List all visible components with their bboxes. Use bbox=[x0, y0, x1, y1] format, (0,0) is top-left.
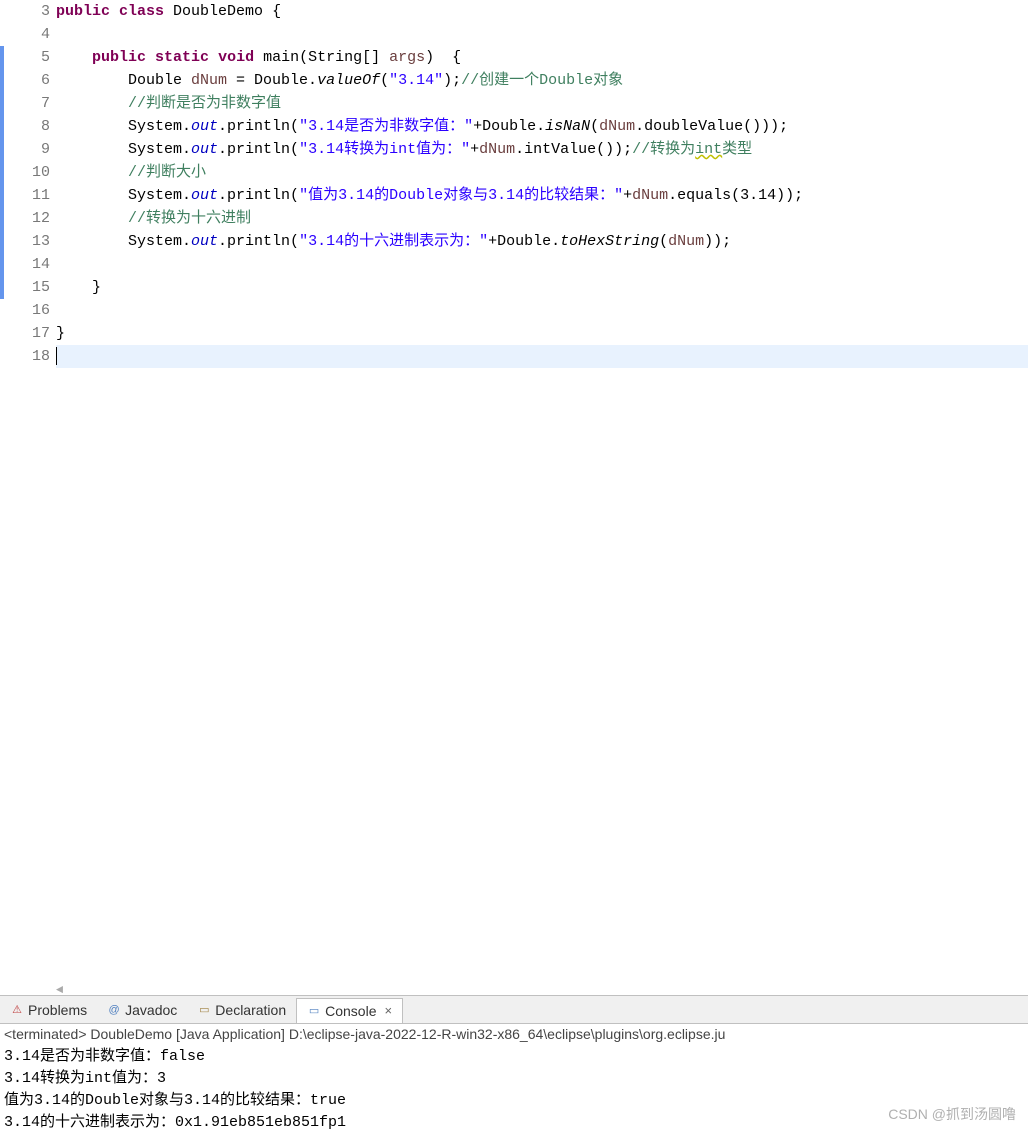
close-icon[interactable]: × bbox=[385, 1003, 393, 1018]
line-number: 14 bbox=[16, 253, 50, 276]
tab-label: Problems bbox=[28, 1002, 87, 1018]
line-number: 5 bbox=[16, 46, 50, 69]
tab-console[interactable]: ▭ Console × bbox=[296, 998, 403, 1023]
line-number: 11 bbox=[16, 184, 50, 207]
code-text-area[interactable]: public class DoubleDemo { public static … bbox=[56, 0, 1028, 995]
code-line[interactable]: public class DoubleDemo { bbox=[56, 0, 1028, 23]
bottom-panel: ⚠ Problems @ Javadoc ▭ Declaration ▭ Con… bbox=[0, 995, 1028, 1136]
tab-javadoc[interactable]: @ Javadoc bbox=[97, 998, 187, 1022]
code-line[interactable] bbox=[56, 345, 1028, 368]
marker-bar bbox=[0, 0, 16, 995]
code-editor[interactable]: 3456789101112131415161718 public class D… bbox=[0, 0, 1028, 995]
code-line[interactable]: //转换为十六进制 bbox=[56, 207, 1028, 230]
code-line[interactable]: } bbox=[56, 276, 1028, 299]
console-line: 3.14是否为非数字值：false bbox=[4, 1046, 1024, 1068]
line-number: 3 bbox=[16, 0, 50, 23]
tab-problems[interactable]: ⚠ Problems bbox=[0, 998, 97, 1022]
code-line[interactable]: System.out.println("值为3.14的Double对象与3.14… bbox=[56, 184, 1028, 207]
console-line: 3.14转换为int值为：3 bbox=[4, 1068, 1024, 1090]
code-line[interactable] bbox=[56, 253, 1028, 276]
tab-label: Declaration bbox=[215, 1002, 286, 1018]
line-number: 6 bbox=[16, 69, 50, 92]
line-number: 4 bbox=[16, 23, 50, 46]
code-line[interactable]: //判断是否为非数字值 bbox=[56, 92, 1028, 115]
console-output[interactable]: 3.14是否为非数字值：false3.14转换为int值为：3值为3.14的Do… bbox=[0, 1044, 1028, 1136]
tabs-bar: ⚠ Problems @ Javadoc ▭ Declaration ▭ Con… bbox=[0, 996, 1028, 1024]
line-number: 8 bbox=[16, 115, 50, 138]
code-line[interactable]: System.out.println("3.14是否为非数字值："+Double… bbox=[56, 115, 1028, 138]
line-number: 16 bbox=[16, 299, 50, 322]
line-number: 13 bbox=[16, 230, 50, 253]
tab-label: Javadoc bbox=[125, 1002, 177, 1018]
horizontal-scroll-left-icon[interactable]: ◄ bbox=[56, 983, 84, 995]
line-number-gutter[interactable]: 3456789101112131415161718 bbox=[16, 0, 56, 995]
code-line[interactable]: //判断大小 bbox=[56, 161, 1028, 184]
line-number: 9 bbox=[16, 138, 50, 161]
code-line[interactable] bbox=[56, 299, 1028, 322]
line-number: 7 bbox=[16, 92, 50, 115]
line-number: 18 bbox=[16, 345, 50, 368]
console-run-header: <terminated> DoubleDemo [Java Applicatio… bbox=[0, 1024, 1028, 1044]
change-marker bbox=[0, 46, 4, 299]
console-line: 3.14的十六进制表示为：0x1.91eb851eb851fp1 bbox=[4, 1112, 1024, 1134]
javadoc-icon: @ bbox=[107, 1003, 121, 1017]
code-line[interactable]: System.out.println("3.14的十六进制表示为："+Doubl… bbox=[56, 230, 1028, 253]
code-line[interactable]: public static void main(String[] args) { bbox=[56, 46, 1028, 69]
line-number: 15 bbox=[16, 276, 50, 299]
code-line[interactable]: System.out.println("3.14转换为int值为："+dNum.… bbox=[56, 138, 1028, 161]
code-line[interactable] bbox=[56, 23, 1028, 46]
console-line: 值为3.14的Double对象与3.14的比较结果：true bbox=[4, 1090, 1024, 1112]
line-number: 12 bbox=[16, 207, 50, 230]
code-line[interactable]: Double dNum = Double.valueOf("3.14");//创… bbox=[56, 69, 1028, 92]
declaration-icon: ▭ bbox=[197, 1003, 211, 1017]
tab-label: Console bbox=[325, 1003, 376, 1019]
console-icon: ▭ bbox=[307, 1004, 321, 1018]
code-line[interactable]: } bbox=[56, 322, 1028, 345]
tab-declaration[interactable]: ▭ Declaration bbox=[187, 998, 296, 1022]
line-number: 17 bbox=[16, 322, 50, 345]
problems-icon: ⚠ bbox=[10, 1003, 24, 1017]
line-number: 10 bbox=[16, 161, 50, 184]
